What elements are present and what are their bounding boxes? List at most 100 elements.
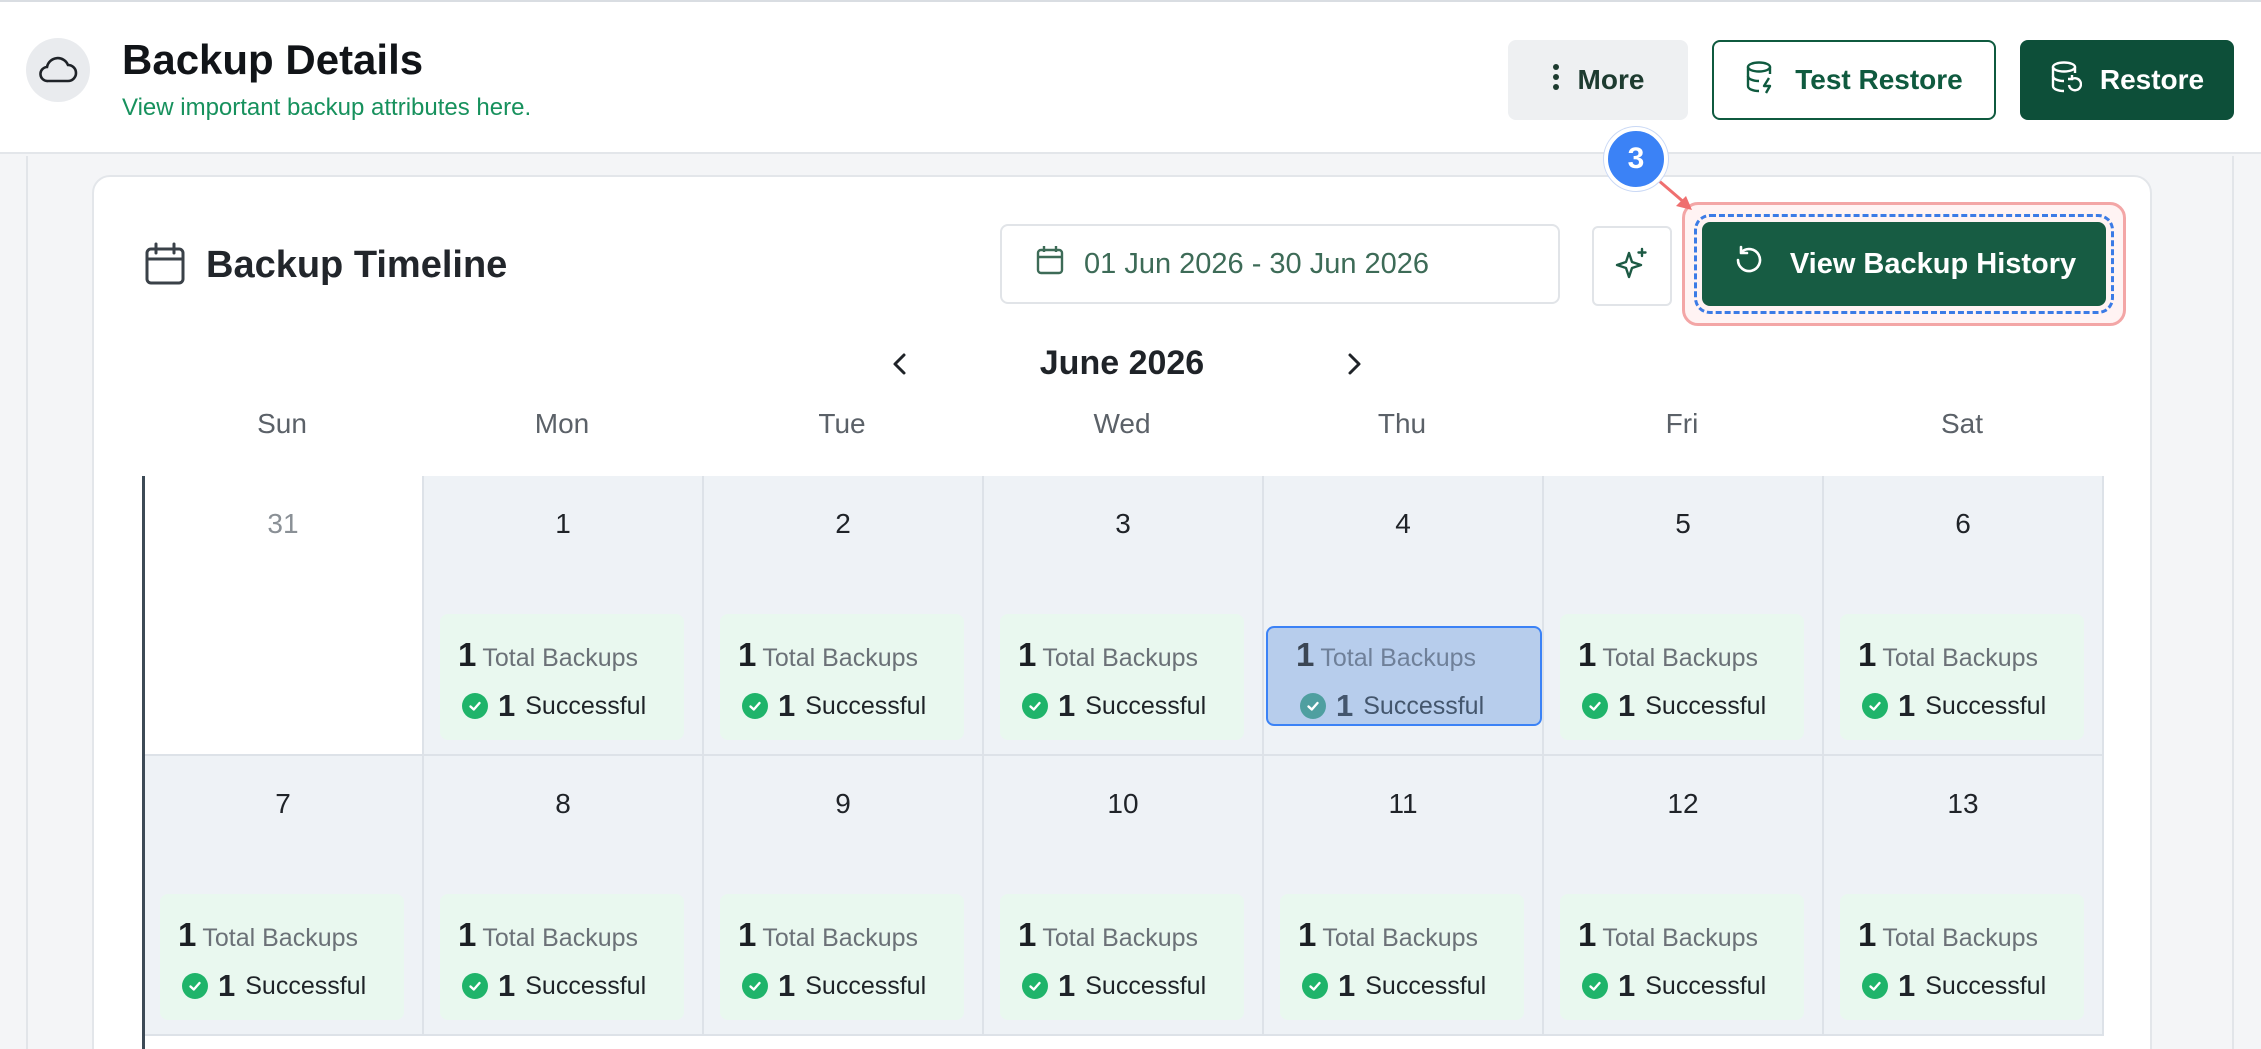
calendar-day-cell[interactable]: 10 1 Total Backups 1 Successful — [984, 756, 1264, 1036]
check-circle-icon — [1022, 693, 1048, 719]
total-backups-label: Total Backups — [482, 924, 638, 952]
backup-summary[interactable]: 1 Total Backups 1 Successful — [440, 894, 684, 1020]
total-backups-count: 1 — [1018, 636, 1037, 673]
successful-label: Successful — [525, 971, 647, 1000]
prev-month-button[interactable] — [880, 344, 920, 389]
chevron-right-icon — [1334, 353, 1374, 388]
total-backups-count: 1 — [458, 916, 477, 953]
total-backups-label: Total Backups — [762, 924, 918, 952]
backup-summary-selected[interactable]: 1 Total Backups 1 Successful — [1266, 626, 1542, 726]
day-number: 1 — [555, 508, 571, 539]
successful-label: Successful — [1363, 691, 1485, 720]
check-circle-icon — [462, 693, 488, 719]
calendar-day-cell[interactable]: 9 1 Total Backups 1 Successful — [704, 756, 984, 1036]
backup-summary[interactable]: 1 Total Backups 1 Successful — [1000, 614, 1244, 740]
successful-row: 1 Successful — [1582, 688, 1766, 724]
check-circle-icon — [1302, 973, 1328, 999]
backup-summary[interactable]: 1 Total Backups 1 Successful — [720, 894, 964, 1020]
calendar-day-cell[interactable]: 13 1 Total Backups 1 Successful — [1824, 756, 2104, 1036]
check-circle-icon — [1582, 973, 1608, 999]
total-backups-label: Total Backups — [1882, 644, 2038, 672]
calendar-day-cell[interactable]: 8 1 Total Backups 1 Successful — [424, 756, 704, 1036]
check-circle-icon — [1022, 973, 1048, 999]
total-backups-label: Total Backups — [482, 644, 638, 672]
successful-row: 1 Successful — [1300, 688, 1484, 724]
backup-summary[interactable]: 1 Total Backups 1 Successful — [1280, 894, 1524, 1020]
successful-label: Successful — [1925, 971, 2047, 1000]
successful-label: Successful — [245, 971, 367, 1000]
calendar-day-cell[interactable]: 7 1 Total Backups 1 Successful — [144, 756, 424, 1036]
total-backups-row: 1 Total Backups — [458, 916, 638, 954]
calendar-day-cell[interactable]: 6 1 Total Backups 1 Successful — [1824, 476, 2104, 756]
day-number: 2 — [835, 508, 851, 539]
backup-summary[interactable]: 1 Total Backups 1 Successful — [1840, 614, 2084, 740]
calendar-day-cell[interactable]: 1 1 Total Backups 1 Successful — [424, 476, 704, 756]
calendar-day-cell[interactable]: 3 1 Total Backups 1 Successful — [984, 476, 1264, 756]
successful-count: 1 — [1336, 688, 1354, 723]
total-backups-label: Total Backups — [1320, 644, 1476, 672]
backup-summary[interactable]: 1 Total Backups 1 Successful — [160, 894, 404, 1020]
successful-row: 1 Successful — [1022, 688, 1206, 724]
successful-row: 1 Successful — [1862, 688, 2046, 724]
calendar-day-cell[interactable]: 12 1 Total Backups 1 Successful — [1544, 756, 1824, 1036]
calendar-day-cell[interactable]: 5 1 Total Backups 1 Successful — [1544, 476, 1824, 756]
check-circle-icon — [1862, 973, 1888, 999]
successful-count: 1 — [1618, 968, 1636, 1003]
day-number: 31 — [267, 508, 299, 539]
chevron-left-icon — [880, 353, 920, 388]
successful-count: 1 — [218, 968, 236, 1003]
calendar-day-cell[interactable]: 2 1 Total Backups 1 Successful — [704, 476, 984, 756]
successful-row: 1 Successful — [1022, 968, 1206, 1004]
backup-summary[interactable]: 1 Total Backups 1 Successful — [1560, 894, 1804, 1020]
day-number: 6 — [1955, 508, 1971, 539]
backup-summary[interactable]: 1 Total Backups 1 Successful — [1560, 614, 1804, 740]
total-backups-row: 1 Total Backups — [1298, 916, 1478, 954]
day-number: 12 — [1667, 788, 1699, 819]
check-circle-icon — [1862, 693, 1888, 719]
check-circle-icon — [462, 973, 488, 999]
total-backups-label: Total Backups — [202, 924, 358, 952]
total-backups-row: 1 Total Backups — [178, 916, 358, 954]
backup-summary[interactable]: 1 Total Backups 1 Successful — [1840, 894, 2084, 1020]
successful-count: 1 — [498, 688, 516, 723]
check-circle-icon — [182, 973, 208, 999]
calendar-day-cell[interactable]: 4 1 Total Backups 1 Successful — [1264, 476, 1544, 756]
day-number: 11 — [1388, 788, 1418, 819]
weekday-header: Wed — [1093, 408, 1151, 439]
successful-row: 1 Successful — [742, 968, 926, 1004]
backup-summary[interactable]: 1 Total Backups 1 Successful — [1000, 894, 1244, 1020]
successful-row: 1 Successful — [1862, 968, 2046, 1004]
total-backups-row: 1 Total Backups — [738, 916, 918, 954]
weekday-header: Thu — [1377, 408, 1427, 439]
backup-summary[interactable]: 1 Total Backups 1 Successful — [440, 614, 684, 740]
weekday-header: Mon — [534, 408, 590, 439]
successful-row: 1 Successful — [462, 968, 646, 1004]
successful-label: Successful — [1085, 691, 1207, 720]
check-circle-icon — [742, 973, 768, 999]
backup-summary[interactable]: 1 Total Backups 1 Successful — [720, 614, 964, 740]
day-number: 7 — [275, 788, 291, 819]
check-circle-icon — [1300, 693, 1326, 719]
weekday-header: Tue — [818, 408, 866, 439]
weekday-header: Sat — [1940, 408, 1984, 439]
total-backups-label: Total Backups — [1602, 644, 1758, 672]
successful-count: 1 — [1618, 688, 1636, 723]
successful-count: 1 — [1058, 968, 1076, 1003]
day-number: 13 — [1947, 788, 1979, 819]
total-backups-count: 1 — [1296, 636, 1315, 673]
calendar-day-cell[interactable]: 11 1 Total Backups 1 Successful — [1264, 756, 1544, 1036]
next-month-button[interactable] — [1334, 344, 1374, 389]
successful-label: Successful — [525, 691, 647, 720]
total-backups-label: Total Backups — [1042, 924, 1198, 952]
day-number: 5 — [1675, 508, 1691, 539]
total-backups-row: 1 Total Backups — [1578, 636, 1758, 674]
month-title: June 2026 — [1039, 344, 1205, 382]
successful-label: Successful — [1925, 691, 2047, 720]
total-backups-label: Total Backups — [1602, 924, 1758, 952]
calendar-day-cell[interactable]: 31 — [144, 476, 424, 756]
total-backups-label: Total Backups — [1882, 924, 2038, 952]
weekday-header: Sun — [257, 408, 307, 439]
successful-count: 1 — [1898, 688, 1916, 723]
successful-count: 1 — [1898, 968, 1916, 1003]
day-number: 10 — [1107, 788, 1139, 819]
